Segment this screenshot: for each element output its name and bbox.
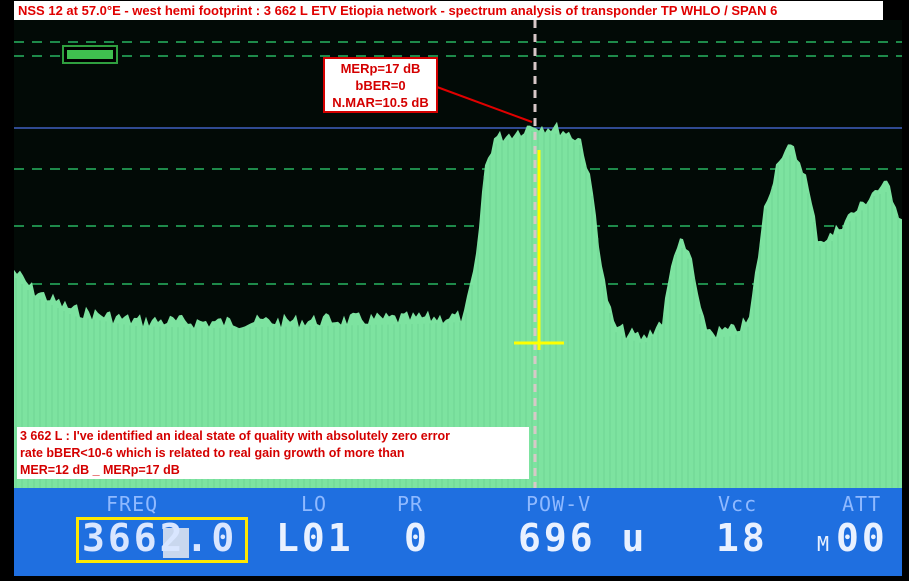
annotation-note: 3 662 L : I've identified an ideal state… bbox=[17, 427, 529, 479]
att-label: ATT bbox=[842, 492, 882, 516]
measurement-callout: MERp=17 dB bBER=0 N.MAR=10.5 dB bbox=[323, 57, 438, 113]
callout-pointer bbox=[436, 86, 533, 123]
note-line-1: 3 662 L : I've identified an ideal state… bbox=[20, 429, 450, 443]
lo-label: LO bbox=[301, 492, 328, 516]
pow-label: POW-V bbox=[526, 492, 592, 516]
vcc-value: 18 bbox=[716, 516, 768, 560]
pow-value: 696 u bbox=[518, 516, 648, 560]
callout-bber: bBER=0 bbox=[355, 78, 406, 93]
note-line-2: rate bBER<10-6 which is related to real … bbox=[20, 446, 405, 460]
note-line-3: MER=12 dB _ MERp=17 dB bbox=[20, 463, 180, 477]
freq-value: 3662.0 bbox=[82, 516, 238, 560]
vcc-label: Vcc bbox=[718, 492, 758, 516]
freq-label: FREQ bbox=[106, 492, 159, 516]
page-title: NSS 12 at 57.0°E - west hemi footprint :… bbox=[14, 1, 883, 20]
lo-value: L01 bbox=[276, 516, 354, 560]
callout-merp: MERp=17 dB bbox=[340, 61, 421, 76]
callout-nmar: N.MAR=10.5 dB bbox=[332, 95, 429, 110]
att-prefix: M bbox=[817, 532, 830, 556]
spectrum-display bbox=[14, 20, 902, 488]
pr-label: PR bbox=[397, 492, 424, 516]
att-value: 00 bbox=[836, 516, 888, 560]
meter-readout-panel: FREQ LO PR POW-V Vcc ATT 3662.0 L01 0 69… bbox=[14, 488, 902, 576]
battery-fill bbox=[67, 50, 113, 59]
screenshot-frame: NSS 12 at 57.0°E - west hemi footprint :… bbox=[0, 0, 909, 581]
pr-value: 0 bbox=[404, 516, 430, 560]
battery-indicator bbox=[62, 45, 118, 64]
spectrum-plot bbox=[14, 20, 902, 488]
